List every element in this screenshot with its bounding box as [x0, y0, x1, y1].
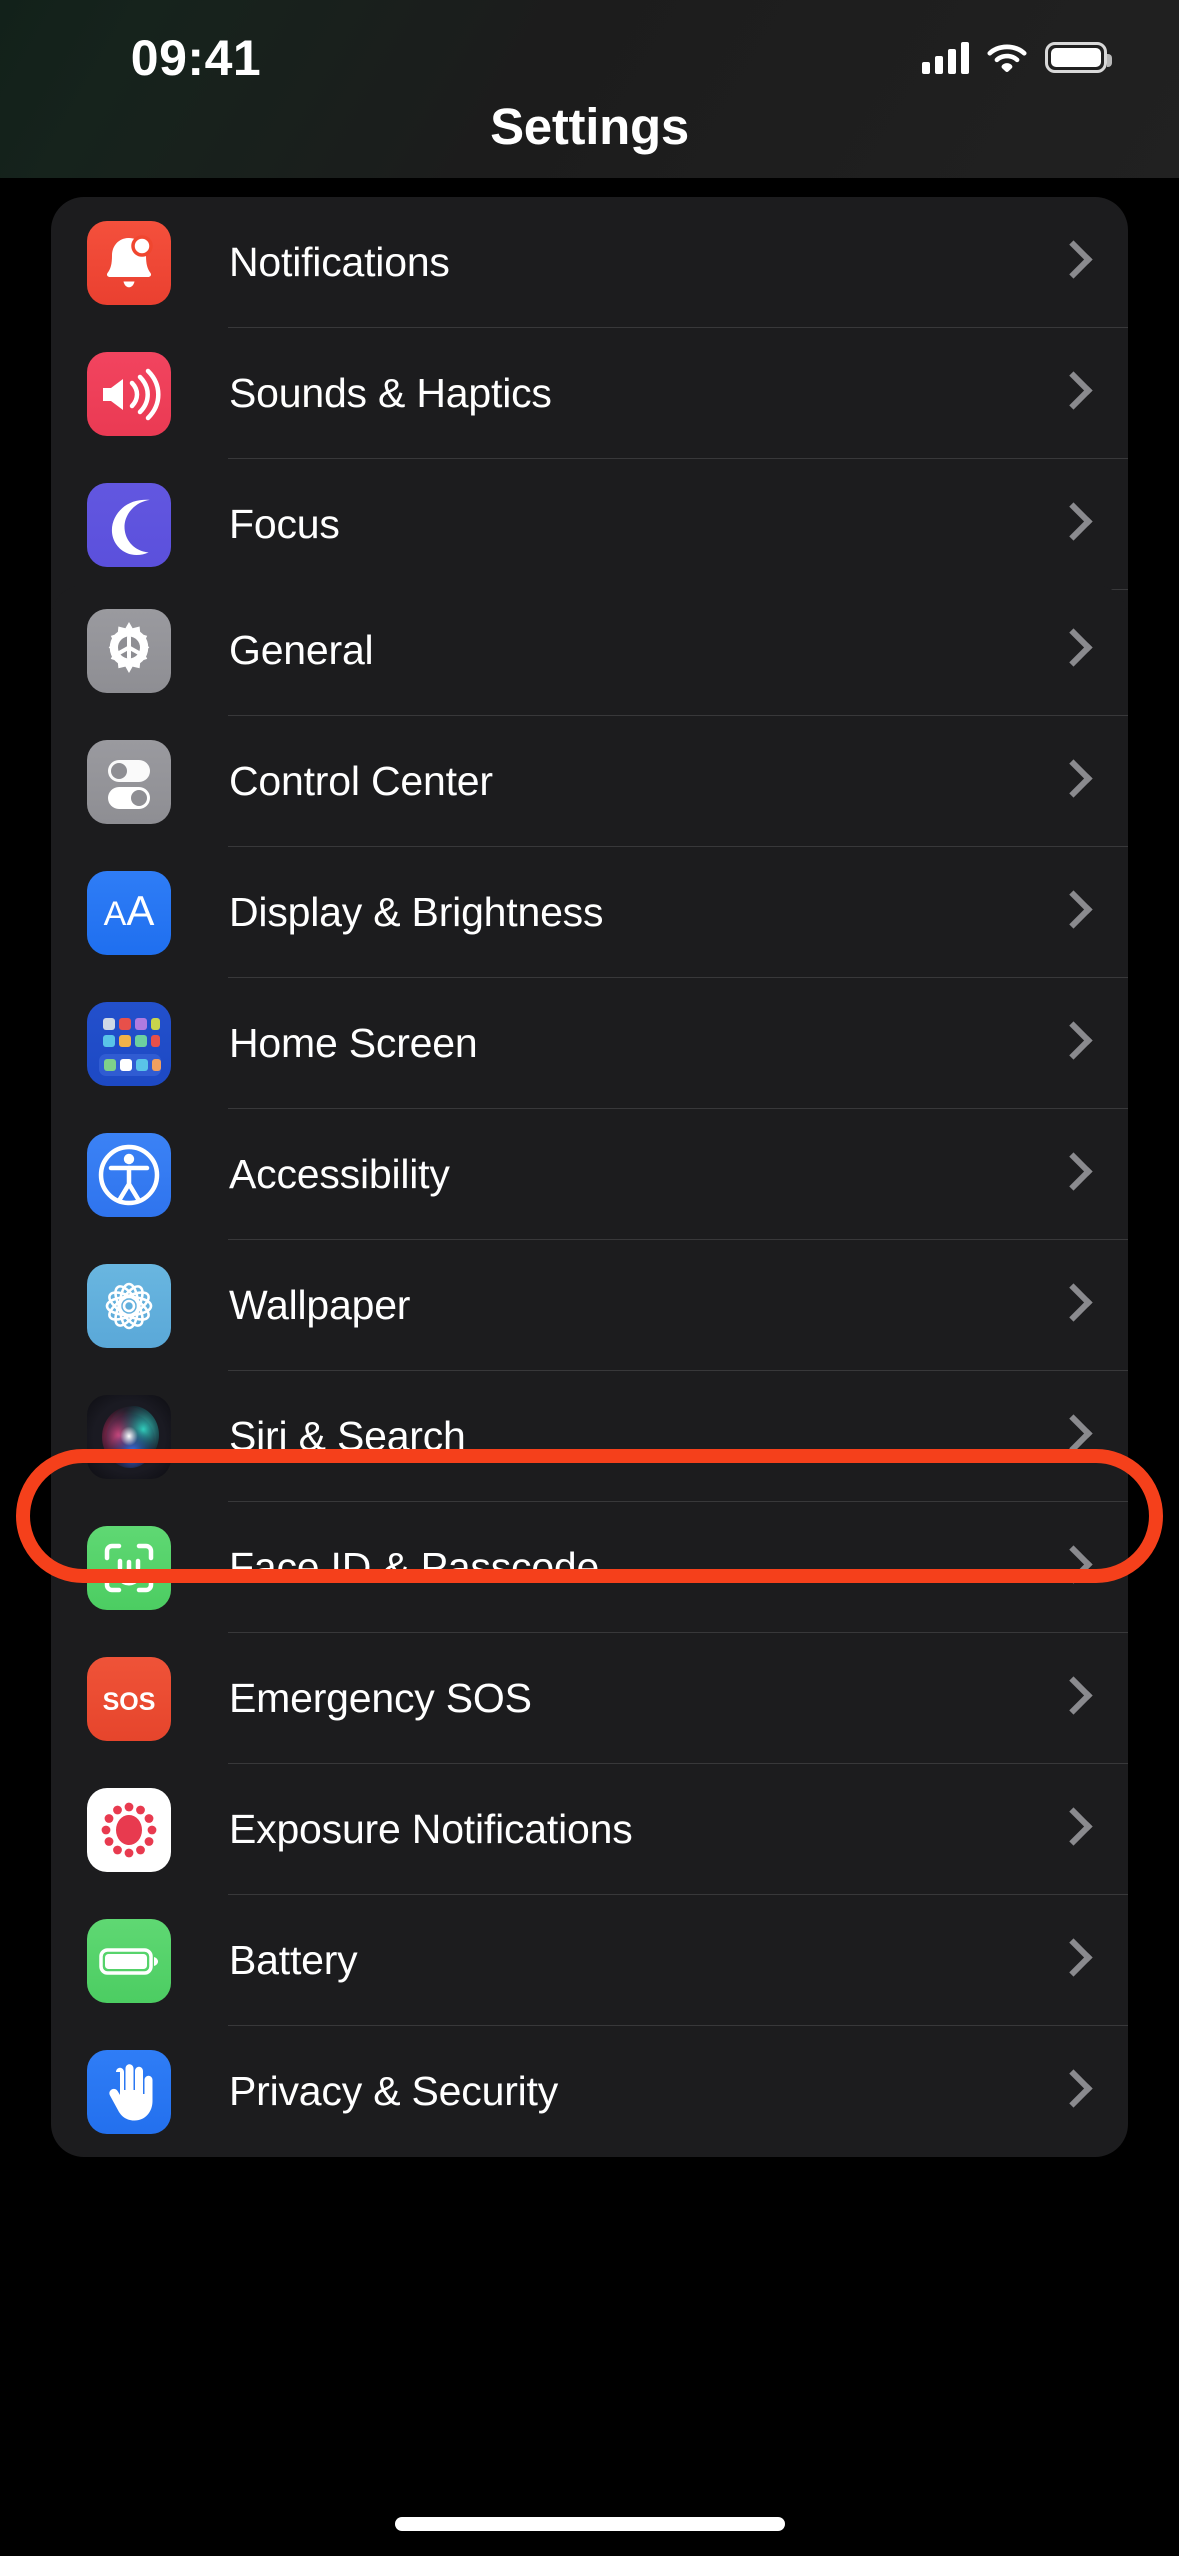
settings-row-label: General	[229, 627, 1058, 674]
gear-icon	[87, 609, 171, 693]
settings-row-label: Emergency SOS	[229, 1675, 1058, 1722]
settings-row-display-brightness[interactable]: AA Display & Brightness	[51, 847, 1128, 978]
status-bar-time: 09:41	[86, 29, 306, 87]
app-grid-icon	[87, 1002, 171, 1086]
settings-row-label: Sounds & Haptics	[229, 370, 1058, 417]
accessibility-person-icon	[87, 1133, 171, 1217]
settings-row-label: Accessibility	[229, 1151, 1058, 1198]
chevron-right-icon	[1058, 1414, 1084, 1460]
settings-row-label: Notifications	[229, 239, 1058, 286]
speaker-waves-icon	[87, 352, 171, 436]
settings-row-label: Exposure Notifications	[229, 1806, 1058, 1853]
settings-row-general[interactable]: General	[51, 585, 1128, 716]
settings-row-label: Siri & Search	[229, 1413, 1058, 1460]
battery-full-icon	[1045, 42, 1107, 73]
chevron-right-icon	[1058, 1283, 1084, 1329]
settings-row-focus[interactable]: Focus	[51, 459, 1128, 590]
settings-row-sounds-haptics[interactable]: Sounds & Haptics	[51, 328, 1128, 459]
settings-row-label: Control Center	[229, 758, 1058, 805]
chevron-right-icon	[1058, 371, 1084, 417]
sos-icon: SOS	[87, 1657, 171, 1741]
chevron-right-icon	[1058, 1676, 1084, 1722]
settings-row-label: Home Screen	[229, 1020, 1058, 1067]
status-bar: 09:41	[0, 0, 1179, 178]
aa-text-icon: AA	[87, 871, 171, 955]
settings-row-battery[interactable]: Battery	[51, 1895, 1128, 2026]
battery-icon	[87, 1919, 171, 2003]
chevron-right-icon	[1058, 240, 1084, 286]
settings-row-privacy-security[interactable]: Privacy & Security	[51, 2026, 1128, 2157]
chevron-right-icon	[1058, 1021, 1084, 1067]
iphone-settings-screen: 09:41 Settings Notificati	[0, 0, 1179, 2556]
svg-text:AA: AA	[104, 887, 155, 934]
settings-row-exposure-notifications[interactable]: Exposure Notifications	[51, 1764, 1128, 1895]
settings-row-label: Display & Brightness	[229, 889, 1058, 936]
chevron-right-icon	[1058, 628, 1084, 674]
settings-row-control-center[interactable]: Control Center	[51, 716, 1128, 847]
settings-row-label: Battery	[229, 1937, 1058, 1984]
settings-row-label: Focus	[229, 501, 1058, 548]
hand-raised-icon	[87, 2050, 171, 2134]
exposure-dots-icon	[87, 1788, 171, 1872]
settings-row-home-screen[interactable]: Home Screen	[51, 978, 1128, 1109]
toggles-icon	[87, 740, 171, 824]
settings-row-siri-search[interactable]: Siri & Search	[51, 1371, 1128, 1502]
settings-list: Notifications Sounds & Haptics Focus Scr…	[0, 178, 1179, 2556]
home-indicator[interactable]	[395, 2517, 785, 2531]
moon-icon	[87, 483, 171, 567]
settings-group-2: General Control Center AA Display & Brig…	[51, 585, 1128, 2157]
settings-row-label: Wallpaper	[229, 1282, 1058, 1329]
settings-row-label: Face ID & Passcode	[229, 1544, 1058, 1591]
chevron-right-icon	[1058, 1545, 1084, 1591]
settings-row-face-id-passcode[interactable]: Face ID & Passcode	[51, 1502, 1128, 1633]
chevron-right-icon	[1058, 1152, 1084, 1198]
settings-row-emergency-sos[interactable]: SOS Emergency SOS	[51, 1633, 1128, 1764]
settings-row-notifications[interactable]: Notifications	[51, 197, 1128, 328]
svg-text:SOS: SOS	[103, 1688, 156, 1716]
cellular-signal-icon	[922, 41, 969, 74]
bell-icon	[87, 221, 171, 305]
chevron-right-icon	[1058, 890, 1084, 936]
flower-rosette-icon	[87, 1264, 171, 1348]
settings-row-wallpaper[interactable]: Wallpaper	[51, 1240, 1128, 1371]
settings-row-label: Privacy & Security	[229, 2068, 1058, 2115]
chevron-right-icon	[1058, 759, 1084, 805]
chevron-right-icon	[1058, 1807, 1084, 1853]
chevron-right-icon	[1058, 1938, 1084, 1984]
siri-orb-icon	[87, 1395, 171, 1479]
wifi-icon	[986, 41, 1028, 73]
face-id-icon	[87, 1526, 171, 1610]
chevron-right-icon	[1058, 2069, 1084, 2115]
status-bar-indicators	[922, 36, 1107, 78]
chevron-right-icon	[1058, 502, 1084, 548]
settings-row-accessibility[interactable]: Accessibility	[51, 1109, 1128, 1240]
